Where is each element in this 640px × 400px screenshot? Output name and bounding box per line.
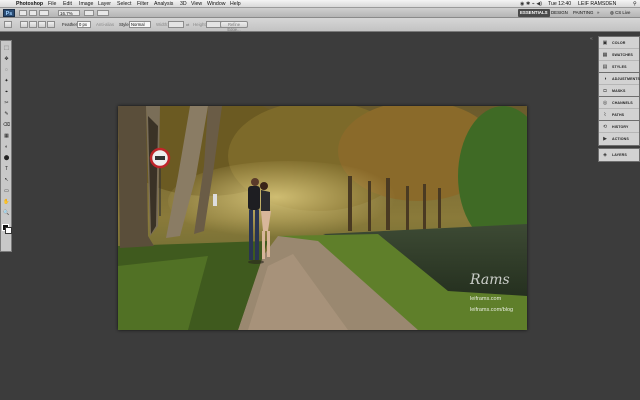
menu-photoshop[interactable]: Photoshop [16,0,43,8]
tool-preset-picker[interactable] [4,21,12,28]
eraser-tool-icon[interactable]: ⌫ [3,122,10,128]
masks-panel-icon: ◘ [603,88,607,94]
panel-channels[interactable]: ◎ CHANNELS [599,97,639,109]
crop-tool-icon[interactable]: ⌖ [3,89,10,95]
panel-group-adjustments: ◑ ADJUSTMENTS ◘ MASKS [598,72,640,98]
panel-actions-label: ACTIONS [612,137,629,141]
bridge-button[interactable] [19,10,27,16]
menu-file[interactable]: File [48,0,56,8]
panel-color-label: COLOR [612,41,626,45]
width-input[interactable] [168,21,184,28]
height-label: Height: [193,22,207,27]
actions-panel-icon: ▶ [603,136,607,142]
menu-layer[interactable]: Layer [98,0,111,8]
menu-view[interactable]: View [191,0,202,8]
arrange-documents-dropdown[interactable] [84,10,94,16]
panel-swatches-label: SWATCHES [612,53,633,57]
styles-panel-icon: ▤ [602,64,608,70]
menubar-clock[interactable]: Tue 12:40 [548,0,571,8]
adjustments-panel-icon: ◑ [603,76,607,82]
color-panel-icon: ▣ [602,40,608,46]
zoom-tool-icon[interactable]: 🔍 [3,210,10,216]
dodge-tool-icon[interactable]: ◐ [3,144,10,150]
antialias-checkbox[interactable]: Anti-alias [96,22,114,28]
lasso-tool-icon[interactable]: ◌ [3,67,10,73]
history-panel-icon: ⟲ [602,124,608,130]
channels-panel-icon: ◎ [602,100,608,106]
watermark-site: leiframs.com [470,296,502,302]
panel-group-channels: ◎ CHANNELS ⌇ PATHS [598,96,640,122]
feather-input[interactable]: 0 px [77,21,91,28]
cs-live-label: CS Live [615,10,631,15]
application-bar: Ps 16.7% ESSENTIALS DESIGN PAINTING » ◍ … [0,8,640,18]
eyedropper-tool-icon[interactable]: ✂ [3,100,10,106]
gradient-tool-icon[interactable]: ▦ [3,133,10,139]
intersect-selection-icon[interactable] [47,21,55,28]
style-select[interactable]: Normal [129,21,151,28]
paths-panel-icon: ⌇ [603,112,607,118]
background-color-swatch[interactable] [5,227,12,234]
menu-help[interactable]: Help [230,0,241,8]
status-icons: ◉ ✱ ⌁ ◀) [520,1,543,7]
marquee-tool-icon[interactable]: ⬚ [3,45,10,51]
cs-live-button[interactable]: ◍ CS Live [610,9,630,17]
engagement-photo: Rams leiframs.com leiframs.com/blog [118,106,527,330]
type-tool-icon[interactable]: T [3,166,10,172]
menu-3d[interactable]: 3D [180,0,187,8]
panel-actions[interactable]: ▶ ACTIONS [599,133,639,145]
move-tool-icon[interactable]: ✥ [3,56,10,62]
panel-group-color: ▣ COLOR ▦ SWATCHES ▤ STYLES [598,36,640,74]
workspace-more-chevron[interactable]: » [595,9,601,17]
view-extras-dropdown[interactable] [39,10,49,16]
spotlight-icon[interactable]: ⚲ [633,0,637,8]
menu-select[interactable]: Select [117,0,131,8]
panel-history[interactable]: ⟲ HISTORY [599,121,639,133]
menu-analysis[interactable]: Analysis [154,0,173,8]
panel-history-label: HISTORY [612,125,629,129]
panel-channels-label: CHANNELS [612,101,633,105]
panel-color[interactable]: ▣ COLOR [599,37,639,49]
swatches-panel-icon: ▦ [602,52,608,58]
menu-window[interactable]: Window [207,0,225,8]
photoshop-logo: Ps [3,9,15,17]
panel-group-layers: ◈ LAYERS [598,148,640,162]
hand-tool-icon[interactable]: ✋ [3,199,10,205]
width-label: Width: [156,22,169,27]
options-bar: Feather: 0 px Anti-alias Style: Normal W… [0,18,640,32]
document-photo[interactable]: Rams leiframs.com leiframs.com/blog [118,106,527,330]
new-selection-icon[interactable] [20,21,28,28]
workspace-essentials[interactable]: ESSENTIALS [518,9,550,17]
menu-bar: Photoshop File Edit Image Layer Select F… [0,0,640,8]
mini-bridge-button[interactable] [29,10,37,16]
brush-tool-icon[interactable]: ✎ [3,111,10,117]
workspace-design[interactable]: DESIGN [549,9,570,17]
zoom-level-dropdown[interactable]: 16.7% [58,10,80,16]
watermark-signature: Rams [469,272,510,288]
panel-layers[interactable]: ◈ LAYERS [599,149,639,161]
path-select-tool-icon[interactable]: ↖ [3,177,10,183]
panel-layers-label: LAYERS [612,153,627,157]
screen-mode-dropdown[interactable] [97,10,109,16]
menu-filter[interactable]: Filter [137,0,149,8]
feather-label: Feather: [62,22,79,27]
shape-tool-icon[interactable]: ▭ [3,188,10,194]
menubar-user[interactable]: LEIF RAMSDEN [578,0,616,8]
collapse-panels-icon[interactable]: « [590,36,598,42]
panel-adjustments[interactable]: ◑ ADJUSTMENTS [599,73,640,85]
menu-image[interactable]: Image [79,0,93,8]
watermark-blog: leiframs.com/blog [470,307,513,313]
tools-panel: ⬚ ✥ ◌ ✦ ⌖ ✂ ✎ ⌫ ▦ ◐ ⬤ T ↖ ▭ ✋ 🔍 [0,40,12,252]
pen-tool-icon[interactable]: ⬤ [3,155,10,161]
menu-edit[interactable]: Edit [63,0,72,8]
layers-panel-icon: ◈ [603,152,607,158]
panel-group-history: ⟲ HISTORY ▶ ACTIONS [598,120,640,146]
workspace-painting[interactable]: PAINTING [571,9,595,17]
add-selection-icon[interactable] [29,21,37,28]
panel-adjustments-label: ADJUSTMENTS [612,77,640,81]
refine-edge-button[interactable]: Refine Edge... [220,21,248,32]
panel-swatches[interactable]: ▦ SWATCHES [599,49,639,61]
quick-select-tool-icon[interactable]: ✦ [3,78,10,84]
swap-dimensions-icon[interactable]: ⇄ [186,22,191,27]
subtract-selection-icon[interactable] [38,21,46,28]
